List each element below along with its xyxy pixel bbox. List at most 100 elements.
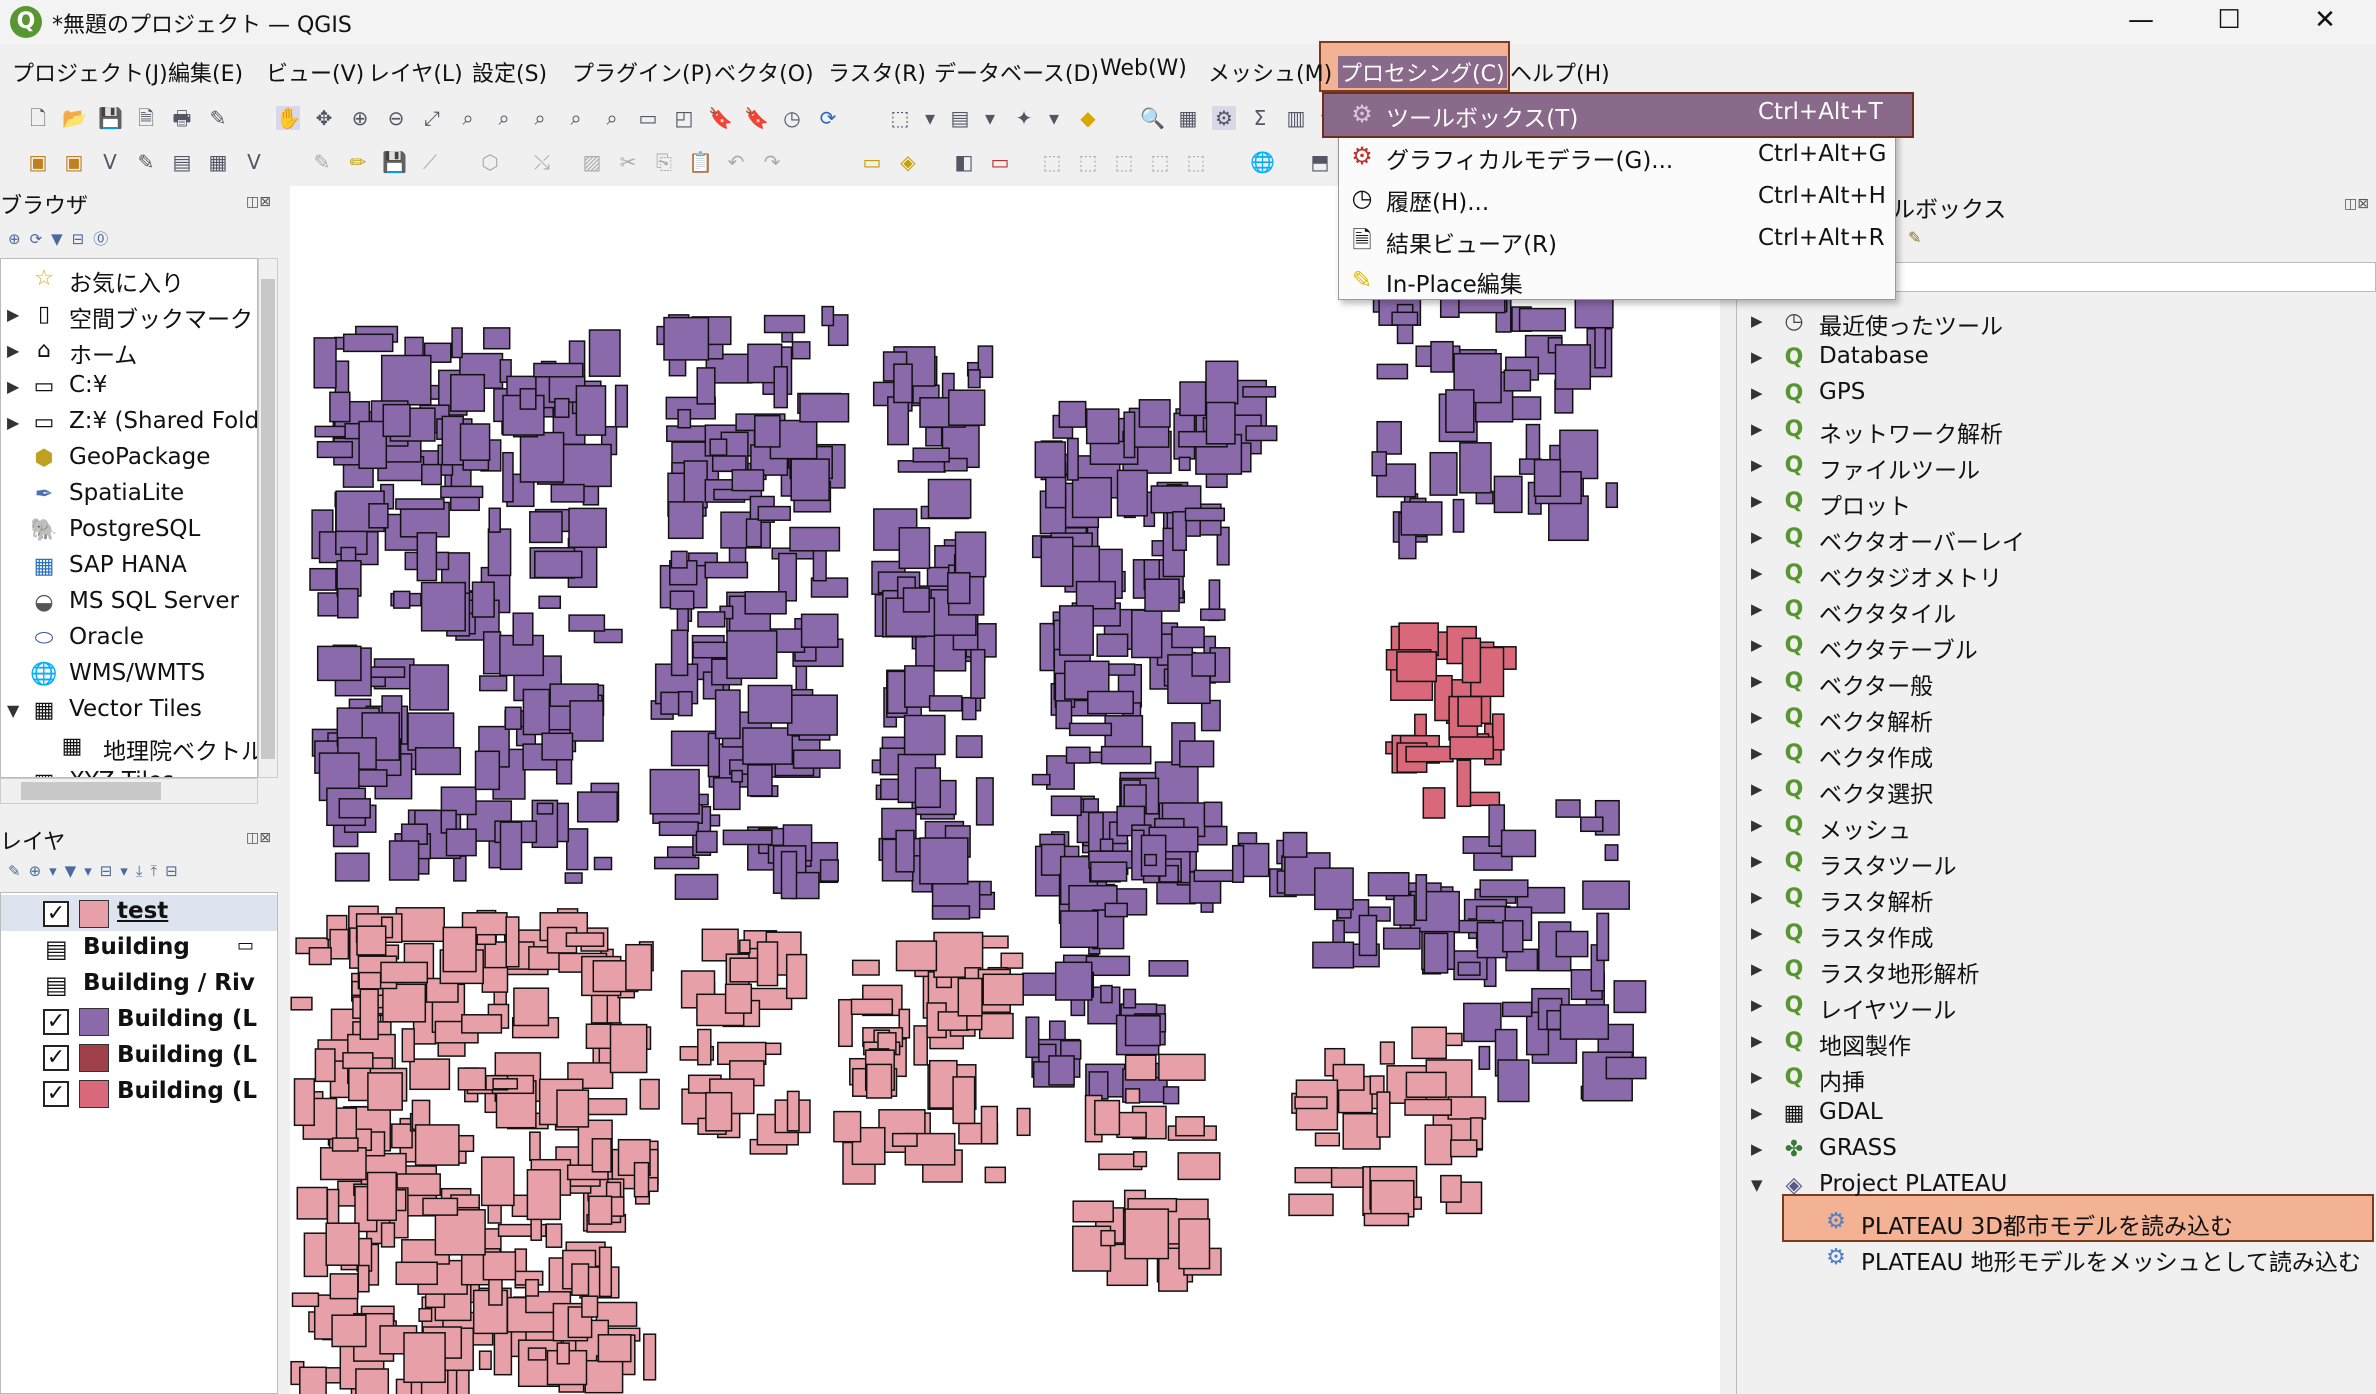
expand-arrow-icon[interactable]: ▶ [1751, 888, 1763, 906]
menu-item-results[interactable]: 🗎 結果ビューア(R) Ctrl+Alt+R [1338, 220, 1896, 260]
menu-item-history[interactable]: ◷ 履歴(H)... Ctrl+Alt+H [1338, 178, 1896, 218]
toolbox-category[interactable]: ▶ Q 地図製作 [1737, 1024, 2376, 1060]
expand-arrow-icon[interactable]: ▶ [1751, 816, 1763, 834]
statistics-sigma-icon[interactable]: Σ [1248, 106, 1272, 130]
zoom-selection-icon[interactable]: ⌕ [456, 106, 480, 130]
wrench-icon[interactable]: ✎ [1908, 228, 1921, 247]
refresh-icon[interactable]: ⟳ [816, 106, 840, 130]
browser-panel-controls[interactable]: ◫⊠ [246, 194, 271, 210]
browser-item-oracle[interactable]: ⬭ Oracle [1, 621, 257, 657]
layer-checkbox[interactable]: ✓ [43, 901, 69, 927]
browser-toolbar[interactable]: ⊕⟳▼⊟⓪ [8, 228, 148, 252]
toolbox-category[interactable]: ▶ Q ラスタ作成 [1737, 916, 2376, 952]
expand-arrow-icon[interactable]: ▶ [1751, 1032, 1763, 1050]
style-manager-icon[interactable]: ✎ [206, 106, 230, 130]
zoom-in-icon[interactable]: ⊕ [348, 106, 372, 130]
pan-icon[interactable]: ✋ [276, 106, 301, 130]
expand-arrow-icon[interactable]: ▶ [1751, 528, 1763, 546]
locator-icon[interactable]: 🔍 [1140, 106, 1165, 130]
menu-help[interactable]: ヘルプ(H) [1510, 56, 1610, 88]
browser-horizontal-scrollbar[interactable] [0, 778, 258, 804]
toolbox-category[interactable]: ▶ Q ベクタ選択 [1737, 772, 2376, 808]
layer-row-building-purple[interactable]: ✓ Building (L [1, 1003, 277, 1039]
rotate-label-icon[interactable]: ⬚ [1076, 150, 1100, 174]
expand-arrow-icon[interactable]: ▶ [1751, 456, 1763, 474]
browser-item-home[interactable]: ▶ ⌂ ホーム [1, 333, 257, 369]
menu-item-toolbox[interactable]: ⚙ ツールボックス(T) Ctrl+Alt+T [1338, 94, 1896, 134]
delete-selected-icon[interactable]: ▨ [580, 150, 604, 174]
move-label-icon[interactable]: ⬚ [1040, 150, 1064, 174]
close-button[interactable]: ✕ [2290, 0, 2360, 44]
expand-arrow-icon[interactable]: ▶ [1751, 1068, 1763, 1086]
identify-features-icon[interactable]: ⬚ [888, 106, 912, 130]
expand-arrow-icon[interactable]: ▶ [1751, 636, 1763, 654]
deselect-icon[interactable]: ✦ [1012, 106, 1036, 130]
toolbox-category[interactable]: ▶ ◷ 最近使ったツール [1737, 304, 2376, 340]
browser-item-postgresql[interactable]: 🐘 PostgreSQL [1, 513, 257, 549]
expand-arrow-icon[interactable]: ▶ [7, 377, 19, 396]
menu-plugins[interactable]: プラグイン(P) [572, 56, 712, 88]
zoom-last-icon[interactable]: ⌕ [564, 106, 588, 130]
minimize-button[interactable]: — [2106, 0, 2176, 44]
layer-checkbox[interactable]: ✓ [43, 1009, 69, 1035]
layer-row-building-river[interactable]: ▤ Building / Riv [1, 967, 277, 1003]
menu-mesh[interactable]: メッシュ(M) [1208, 56, 1332, 88]
save-as-icon[interactable]: 🗎 [134, 106, 158, 130]
tool-plateau-3d-city[interactable]: ⚙ PLATEAU 3D都市モデルを読み込む [1737, 1204, 2376, 1240]
browser-item-saphana[interactable]: ▦ SAP HANA [1, 549, 257, 585]
redo-icon[interactable]: ↷ [760, 150, 784, 174]
toolbox-gear-icon[interactable]: ⚙ [1212, 106, 1236, 130]
expand-arrow-icon[interactable]: ▶ [1751, 492, 1763, 510]
toolbox-category[interactable]: ▶ Q ラスタ地形解析 [1737, 952, 2376, 988]
expand-arrow-icon[interactable]: ▶ [1751, 1140, 1763, 1158]
menu-item-inplace[interactable]: ✎ In-Place編集 [1338, 260, 1896, 300]
browser-item-mssql[interactable]: ◒ MS SQL Server [1, 585, 257, 621]
expand-arrow-icon[interactable]: ▶ [1751, 600, 1763, 618]
digitize-line-icon[interactable]: ⟋ [418, 150, 442, 174]
print-layout-icon[interactable]: 🖶 [170, 106, 194, 130]
new-map-view-icon[interactable]: ▭ [636, 106, 660, 130]
add-mesh-icon[interactable]: V [242, 150, 266, 174]
toolbox-category[interactable]: ▶ ▦ GDAL [1737, 1096, 2376, 1132]
toolbox-category[interactable]: ▶ Q Database [1737, 340, 2376, 376]
expand-arrow-icon[interactable]: ▶ [1751, 348, 1763, 366]
tool-plateau-terrain[interactable]: ⚙ PLATEAU 地形モデルをメッシュとして読み込む [1737, 1240, 2376, 1276]
undo-icon[interactable]: ↶ [724, 150, 748, 174]
expand-arrow-icon[interactable]: ▶ [1751, 384, 1763, 402]
toolbox-category[interactable]: ▶ Q ベクタテーブル [1737, 628, 2376, 664]
expand-arrow-icon[interactable]: ▶ [7, 341, 19, 360]
attribute-table-icon[interactable]: ▦ [1176, 106, 1200, 130]
menu-view[interactable]: ビュー(V) [266, 56, 364, 88]
expand-arrow-icon[interactable]: ▶ [1751, 852, 1763, 870]
tag-icon[interactable]: ◆ [1076, 106, 1100, 130]
menu-item-modeler[interactable]: ⚙ グラフィカルモデラー(G)... Ctrl+Alt+G [1338, 136, 1896, 176]
browser-item-z-drive[interactable]: ▶ ▭ Z:¥ (Shared Fold [1, 405, 257, 441]
python-icon[interactable]: ⬒ [1308, 150, 1332, 174]
toolbox-category[interactable]: ▶ Q メッシュ [1737, 808, 2376, 844]
toolbox-category[interactable]: ▶ ✤ GRASS [1737, 1132, 2376, 1168]
add-vector-icon[interactable]: ▣ [62, 150, 86, 174]
menu-project[interactable]: プロジェクト(J) [12, 56, 168, 88]
expand-arrow-icon[interactable]: ▶ [1751, 708, 1763, 726]
expand-arrow-icon[interactable]: ▶ [1751, 672, 1763, 690]
browser-item-bookmarks[interactable]: ▶ ▯ 空間ブックマーク [1, 297, 257, 333]
layer-row-building-red[interactable]: ✓ Building (L [1, 1075, 277, 1111]
expand-arrow-icon[interactable]: ▶ [1751, 780, 1763, 798]
toggle-editing-icon[interactable]: ✏ [346, 150, 370, 174]
toolbox-category[interactable]: ▶ Q ベクタ解析 [1737, 700, 2376, 736]
collapse-arrow-icon[interactable]: ▼ [7, 701, 19, 720]
expand-arrow-icon[interactable]: ▶ [1751, 1104, 1763, 1122]
show-labels-icon[interactable]: ◧ [952, 150, 976, 174]
current-edits-icon[interactable]: ✎ [310, 150, 334, 174]
zoom-layer-icon[interactable]: ⌕ [492, 106, 516, 130]
toolbox-category[interactable]: ▶ Q プロット [1737, 484, 2376, 520]
expand-arrow-icon[interactable]: ▶ [7, 305, 19, 324]
new-3d-view-icon[interactable]: ◰ [672, 106, 696, 130]
zoom-out-icon[interactable]: ⊖ [384, 106, 408, 130]
maximize-button[interactable]: ☐ [2194, 0, 2264, 44]
browser-item-favorites[interactable]: ☆ お気に入り [1, 261, 257, 297]
new-project-icon[interactable]: 🗋 [26, 106, 50, 130]
highlight-labels-icon[interactable]: ▭ [988, 150, 1012, 174]
expand-arrow-icon[interactable]: ▶ [1751, 420, 1763, 438]
browser-item-geopackage[interactable]: ⬢ GeoPackage [1, 441, 257, 477]
